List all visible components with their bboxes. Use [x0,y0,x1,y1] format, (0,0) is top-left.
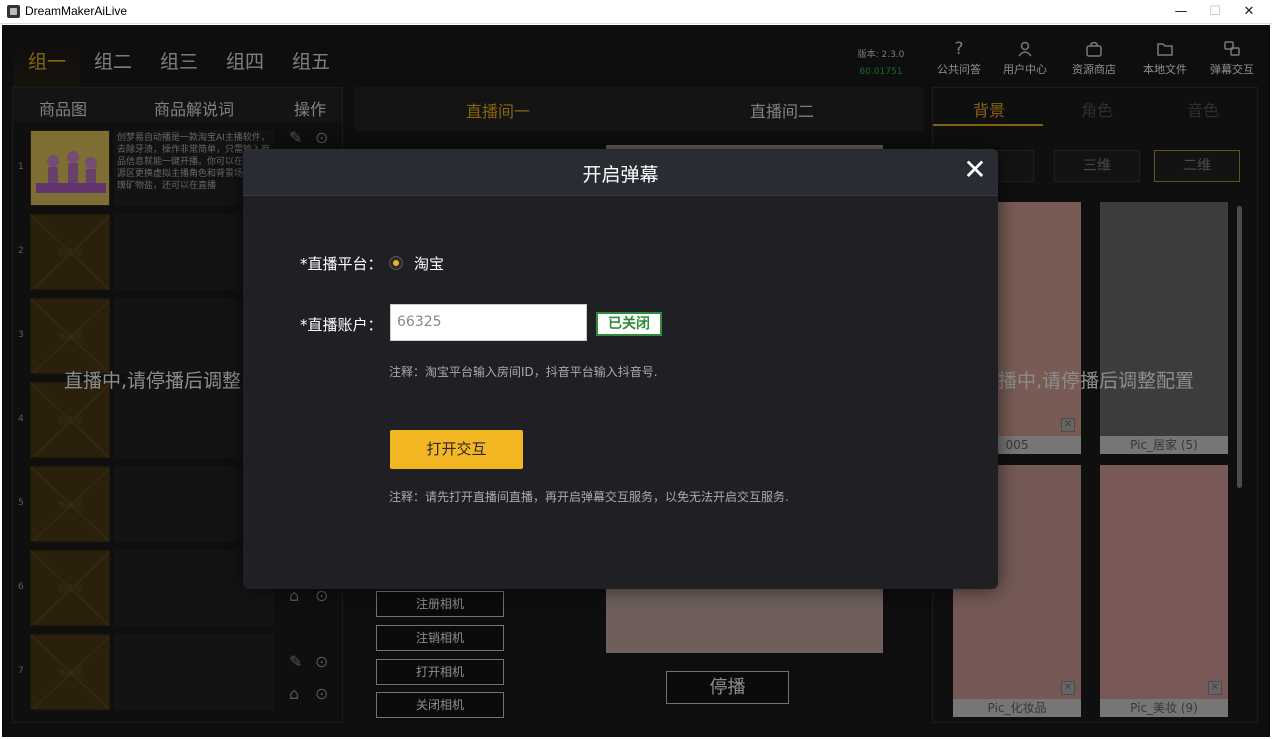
note-interact: 注释：请先打开直播间直播，再开启弹幕交互服务，以免无法开启交互服务. [389,490,789,504]
maximize-button[interactable]: ☐ [1198,0,1232,24]
note-platform: 注释：淘宝平台输入房间ID，抖音平台输入抖音号. [389,365,658,379]
close-window-button[interactable]: ✕ [1232,0,1266,24]
platform-radio-taobao[interactable] [389,256,403,270]
barrage-modal: 开启弹幕 ✕ *直播平台： 淘宝 *直播账户： 66325 已关闭 注释：淘宝平… [243,149,998,589]
app-logo-icon [7,5,20,18]
modal-header: 开启弹幕 ✕ [243,149,998,196]
status-badge: 已关闭 [596,312,662,336]
platform-label: *直播平台： [300,255,383,273]
open-interact-button[interactable]: 打开交互 [390,430,523,469]
window-title: DreamMakerAiLive [25,4,128,18]
minimize-button[interactable]: — [1164,0,1198,24]
account-label: *直播账户： [300,316,383,334]
platform-option-label: 淘宝 [414,255,445,273]
modal-close-button[interactable]: ✕ [958,153,992,187]
window-titlebar: DreamMakerAiLive — ☐ ✕ [0,0,1272,24]
account-input[interactable]: 66325 [390,304,587,341]
modal-title: 开启弹幕 [582,164,659,186]
